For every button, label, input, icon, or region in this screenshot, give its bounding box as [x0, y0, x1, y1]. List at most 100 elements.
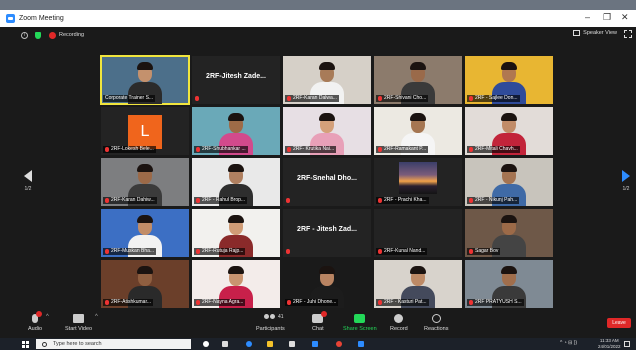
participant-tile[interactable]: 2RF-Rutuja Rajp...	[192, 209, 280, 257]
participant-tile[interactable]: 2RF-Karan Dalwa...	[283, 56, 371, 104]
security-shield-icon[interactable]	[35, 31, 41, 39]
taskbar-clock[interactable]: 11:33 AM 24/01/2022	[598, 338, 621, 350]
participant-tile[interactable]: 2RF-Karan Dahiw...	[101, 158, 189, 206]
participant-hair	[228, 266, 244, 274]
close-button[interactable]: ✕	[621, 12, 629, 23]
start-video-button[interactable]: Start Video ^	[65, 314, 98, 332]
participant-tile[interactable]: 2RF-Jitesh Zade...	[192, 56, 280, 104]
participants-button[interactable]: Participants 41	[256, 314, 285, 332]
participant-name-large: 2RF - Jitesh Zad...	[297, 226, 357, 233]
participant-tile[interactable]: 2RF - Kasturi Pat...	[374, 260, 462, 308]
top-strip	[0, 0, 636, 10]
participant-tile[interactable]: 2RF- Krutika Nai...	[283, 107, 371, 155]
participant-name-label: 2RF - Prachi Kha...	[376, 197, 429, 204]
reactions-button[interactable]: Reactions	[424, 314, 448, 332]
participant-hair	[137, 266, 153, 274]
minimize-button[interactable]: –	[585, 12, 590, 22]
muted-mic-icon	[196, 198, 200, 203]
participant-tile[interactable]: 2RF - Prachi Kha...	[374, 158, 462, 206]
recording-icon	[49, 31, 56, 39]
taskbar-search[interactable]: Type here to search	[36, 339, 191, 349]
participant-name-large: 2RF-Snehal Dho...	[297, 175, 357, 182]
windows-taskbar: Type here to search ^ ◔ ⊟ )) 11:33 AM 24…	[0, 338, 636, 350]
participant-tile[interactable]: 2RF-Muskan Bha...	[101, 209, 189, 257]
participant-tile[interactable]: 2RF-Snehal Dho...	[283, 158, 371, 206]
muted-mic-icon	[469, 147, 473, 152]
participant-tile[interactable]: 2RF-Kunal Nand...	[374, 209, 462, 257]
participant-hair	[228, 215, 244, 223]
notifications-icon[interactable]	[624, 341, 630, 347]
participant-tile[interactable]: 2RF - Sajlee Don...	[465, 56, 553, 104]
participant-tile[interactable]: Corporate Trainer S...	[100, 55, 190, 105]
fullscreen-icon[interactable]	[624, 30, 632, 38]
record-button[interactable]: Record	[390, 314, 408, 332]
participant-name: 2RF-Atishkumar...	[111, 299, 152, 305]
participant-tile[interactable]: 2RF-Ramakant P...	[374, 107, 462, 155]
participant-tile[interactable]: 2RF - Jitesh Zad...	[283, 209, 371, 257]
leave-button[interactable]: Leave	[607, 318, 631, 328]
participant-tile[interactable]: 2RF - Nikunj Pah...	[465, 158, 553, 206]
next-page-button[interactable]: 1/2	[618, 170, 634, 192]
chat-button[interactable]: Chat	[312, 311, 328, 332]
participant-tile[interactable]: 2RF PRATYUSH S...	[465, 260, 553, 308]
mail-icon[interactable]	[312, 341, 318, 347]
muted-mic-icon	[286, 249, 290, 254]
participant-tile[interactable]: Sagar Bov	[465, 209, 553, 257]
participant-tile[interactable]: 2RF - Rahul Brop...	[192, 158, 280, 206]
participant-name-label: 2RF-Rutuja Rajp...	[194, 248, 246, 255]
arrow-right-icon	[622, 170, 630, 182]
system-tray-icons[interactable]: ^ ◔ ⊟ ))	[560, 340, 577, 346]
participant-hair	[228, 164, 244, 172]
participant-name: Sagar Bov	[475, 248, 499, 254]
video-caret-icon[interactable]: ^	[95, 314, 98, 320]
share-screen-button[interactable]: Share Screen	[343, 314, 377, 332]
participant-name: 2RF - Rahul Brop...	[202, 197, 246, 203]
participant-tile[interactable]: L 2RF-Lokesh Bele...	[101, 107, 189, 155]
participant-hair	[410, 113, 426, 121]
participant-name: 2RF-Shubhankar ...	[202, 146, 246, 152]
participant-hair	[410, 62, 426, 70]
participant-tile[interactable]: 2RF-Atishkumar...	[101, 260, 189, 308]
store-icon[interactable]	[289, 341, 295, 347]
muted-mic-icon	[196, 147, 200, 152]
audio-label: Audio	[28, 326, 43, 332]
chrome-icon[interactable]	[336, 341, 342, 347]
participant-tile[interactable]: 2RF-Shubhankar ...	[192, 107, 280, 155]
audio-button[interactable]: Audio ^	[28, 311, 49, 332]
clock-date: 24/01/2022	[598, 344, 621, 349]
muted-mic-icon	[105, 300, 109, 305]
participant-tile[interactable]: 2RF-Mitali Chavh...	[465, 107, 553, 155]
participant-tile[interactable]: 2RF-Shivani Cho...	[374, 56, 462, 104]
participant-name-label: 2RF- Krutika Nai...	[285, 146, 337, 153]
participant-name: 2RF-Karan Dalwa...	[293, 95, 337, 101]
participant-name: 2RF-Mitali Chavh...	[475, 146, 518, 152]
participant-name: 2RF-Ramakant P...	[384, 146, 427, 152]
edge-browser-icon[interactable]	[246, 341, 252, 347]
participant-name: 2RF - Kasturi Pat...	[384, 299, 427, 305]
participant-name: 2RF - Nikunj Pah...	[475, 197, 518, 203]
participant-video	[399, 162, 437, 194]
participant-name: 2RF-Lokesh Bele...	[111, 146, 154, 152]
maximize-button[interactable]: ❐	[603, 12, 611, 23]
participant-name: 2RF-Kunal Nand...	[384, 248, 426, 254]
participant-name: 2RF PRATYUSH S...	[475, 299, 522, 305]
prev-page-button[interactable]: 1/2	[20, 170, 36, 192]
task-view-icon[interactable]	[203, 341, 209, 347]
participant-name-label: 2RF - Rahul Brop...	[194, 197, 248, 204]
widgets-icon[interactable]	[222, 341, 228, 347]
window-title: Zoom Meeting	[19, 15, 64, 22]
info-icon[interactable]: i	[21, 31, 28, 39]
participant-tile[interactable]: 2RF-Nayna Agra...	[192, 260, 280, 308]
participant-tile[interactable]: 2RF - Juhi Dhone...	[283, 260, 371, 308]
audio-caret-icon[interactable]: ^	[46, 314, 49, 320]
file-explorer-icon[interactable]	[267, 341, 273, 347]
speaker-view-button[interactable]: Speaker View	[573, 30, 617, 36]
zoom-taskbar-icon[interactable]	[358, 341, 364, 347]
participant-name-label: 2RF-Nayna Agra...	[194, 299, 246, 306]
meeting-bar: i Recording Speaker View	[0, 27, 636, 43]
participant-hair	[319, 113, 335, 121]
windows-start-icon[interactable]	[22, 341, 29, 348]
reactions-label: Reactions	[424, 326, 449, 332]
participant-hair	[137, 215, 153, 223]
muted-mic-icon	[378, 300, 382, 305]
